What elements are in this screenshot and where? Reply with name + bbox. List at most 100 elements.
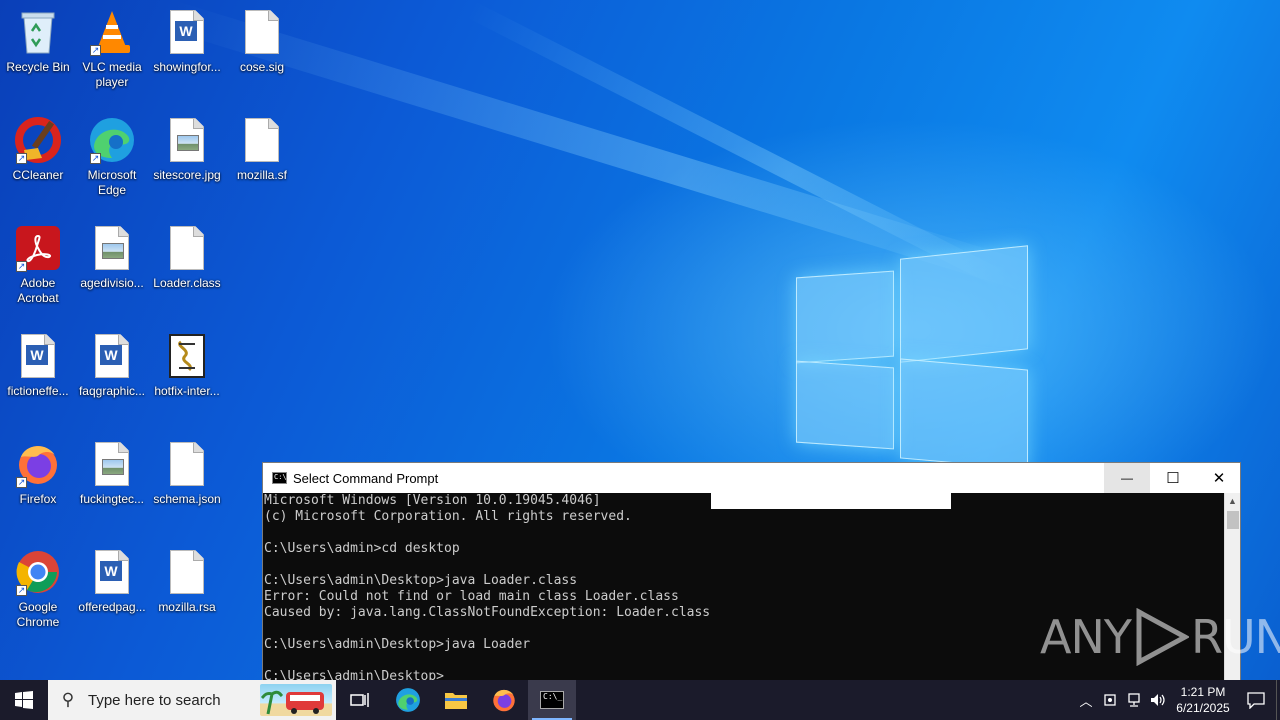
icon-label: schema.json <box>153 492 221 506</box>
icon-label: Google Chrome <box>16 600 60 629</box>
taskbar-clock[interactable]: 1:21 PM 6/21/2025 <box>1170 684 1236 716</box>
volume-icon <box>1151 694 1165 706</box>
desktop-icon-vlc[interactable]: ↗ VLC media player <box>74 8 150 90</box>
window-title: Select Command Prompt <box>293 470 439 486</box>
clock-time: 1:21 PM <box>1180 685 1226 699</box>
desktop-icon-ccleaner[interactable]: ↗ CCleaner <box>0 116 76 183</box>
blank-file-icon <box>163 224 211 272</box>
selection-highlight <box>711 493 951 509</box>
desktop-icon-microsoft-edge[interactable]: ↗ Microsoft Edge <box>74 116 150 198</box>
desktop-icon-fictioneffe[interactable]: W fictioneffe... <box>0 332 76 399</box>
network-button[interactable] <box>1122 680 1146 720</box>
firefox-icon: ↗ <box>14 440 62 488</box>
desktop-icon-firefox[interactable]: ↗ Firefox <box>0 440 76 507</box>
action-center-button[interactable] <box>1236 680 1276 720</box>
icon-label: offeredpag... <box>78 600 146 614</box>
desktop-icon-google-chrome[interactable]: ↗ Google Chrome <box>0 548 76 630</box>
icon-label: fuckingtec... <box>79 492 145 506</box>
console-line: C:\Users\admin>cd desktop <box>264 541 460 556</box>
icon-label: mozilla.rsa <box>158 600 216 614</box>
icon-label: VLC media player <box>82 60 142 89</box>
close-button[interactable]: ✕ <box>1196 463 1242 493</box>
desktop-icon-mozilla-sf[interactable]: mozilla.sf <box>224 116 300 183</box>
folder-icon <box>445 693 467 709</box>
desktop-icon-faqgraphic[interactable]: W faqgraphic... <box>74 332 150 399</box>
image-file-icon <box>88 224 136 272</box>
vlc-icon: ↗ <box>88 8 136 56</box>
word-document-icon: W <box>88 548 136 596</box>
search-highlight-image <box>260 684 332 716</box>
desktop-icon-fuckingtec[interactable]: fuckingtec... <box>74 440 150 507</box>
taskbar-file-explorer[interactable] <box>432 680 480 720</box>
taskbar: ⚲ Type here to search C:\_ ︿ 1:21 PM 6/2… <box>0 680 1280 720</box>
desktop-icon-agedivisio[interactable]: agedivisio... <box>74 224 150 291</box>
window-titlebar[interactable]: C:\ Select Command Prompt — ☐ ✕ <box>263 463 1240 493</box>
watermark-text: ANY <box>1040 610 1132 664</box>
console-line: C:\Users\admin\Desktop> <box>264 669 445 680</box>
blank-file-icon <box>238 8 286 56</box>
system-tray: ︿ 1:21 PM 6/21/2025 <box>1074 680 1280 720</box>
desktop-icon-showingfor[interactable]: W showingfor... <box>149 8 225 75</box>
scrollbar-thumb[interactable] <box>1227 511 1239 529</box>
tray-app-button[interactable] <box>1098 680 1122 720</box>
network-icon <box>1128 693 1140 707</box>
icon-label: sitescore.jpg <box>153 168 221 182</box>
firefox-icon <box>493 689 515 712</box>
desktop-icon-schema-json[interactable]: schema.json <box>149 440 225 507</box>
script-file-icon <box>163 332 211 380</box>
task-view-icon <box>350 693 369 707</box>
image-file-icon <box>88 440 136 488</box>
icon-label: hotfix-inter... <box>154 384 220 398</box>
clock-date: 6/21/2025 <box>1176 701 1230 715</box>
desktop-icon-offeredpag[interactable]: W offeredpag... <box>74 548 150 615</box>
windows-start-icon <box>15 691 33 709</box>
taskbar-search-box[interactable]: ⚲ Type here to search <box>48 680 336 720</box>
console-line <box>263 557 1224 573</box>
ccleaner-icon: ↗ <box>14 116 62 164</box>
icon-label: CCleaner <box>12 168 64 182</box>
desktop-icon-mozilla-rsa[interactable]: mozilla.rsa <box>149 548 225 615</box>
console-line <box>263 525 1224 541</box>
notification-icon <box>1247 692 1265 709</box>
icon-label: Loader.class <box>153 276 221 290</box>
desktop-icon-cose-sig[interactable]: cose.sig <box>224 8 300 75</box>
minimize-icon: — <box>1121 471 1133 485</box>
edge-icon <box>396 688 420 712</box>
taskbar-firefox[interactable] <box>480 680 528 720</box>
volume-button[interactable] <box>1146 680 1170 720</box>
desktop-icon-loader-class[interactable]: Loader.class <box>149 224 225 291</box>
icon-label: agedivisio... <box>80 276 144 290</box>
edge-icon: ↗ <box>88 116 136 164</box>
desktop-icon-adobe-acrobat[interactable]: ↗ Adobe Acrobat <box>0 224 76 306</box>
desktop-icon-hotfix-inter[interactable]: hotfix-inter... <box>149 332 225 399</box>
word-document-icon: W <box>88 332 136 380</box>
taskbar-edge[interactable] <box>384 680 432 720</box>
desktop-icon-recycle-bin[interactable]: Recycle Bin <box>0 8 76 75</box>
search-icon: ⚲ <box>61 690 75 709</box>
cmd-icon: C:\_ <box>540 691 564 709</box>
icon-label: mozilla.sf <box>236 168 287 182</box>
console-line: C:\Users\admin\Desktop>java Loader.class <box>264 573 578 588</box>
watermark-text: RUN <box>1190 610 1280 664</box>
blank-file-icon <box>238 116 286 164</box>
taskbar-command-prompt[interactable]: C:\_ <box>528 680 576 720</box>
start-button[interactable] <box>0 680 48 720</box>
minimize-button[interactable]: — <box>1104 463 1150 493</box>
console-line: Error: Could not find or load main class… <box>264 589 679 604</box>
desktop[interactable]: Recycle Bin ↗ CCleaner ↗ Adobe Acrobat W… <box>0 0 1280 680</box>
task-view-button[interactable] <box>336 680 384 720</box>
desktop-icon-sitescore[interactable]: sitescore.jpg <box>149 116 225 183</box>
show-hidden-icons-button[interactable]: ︿ <box>1074 680 1098 720</box>
windows-wallpaper-logo <box>796 242 1028 470</box>
icon-label: Recycle Bin <box>6 60 70 74</box>
recycle-bin-icon <box>14 8 62 56</box>
device-icon <box>1104 694 1116 706</box>
maximize-button[interactable]: ☐ <box>1150 463 1196 493</box>
icon-label: cose.sig <box>239 60 285 74</box>
scroll-up-icon[interactable]: ▲ <box>1225 493 1240 509</box>
play-triangle-icon <box>1136 608 1189 666</box>
show-desktop-button[interactable] <box>1276 680 1280 720</box>
icon-label: faqgraphic... <box>78 384 146 398</box>
icon-label: Firefox <box>19 492 57 506</box>
icon-label: Microsoft Edge <box>87 168 137 197</box>
